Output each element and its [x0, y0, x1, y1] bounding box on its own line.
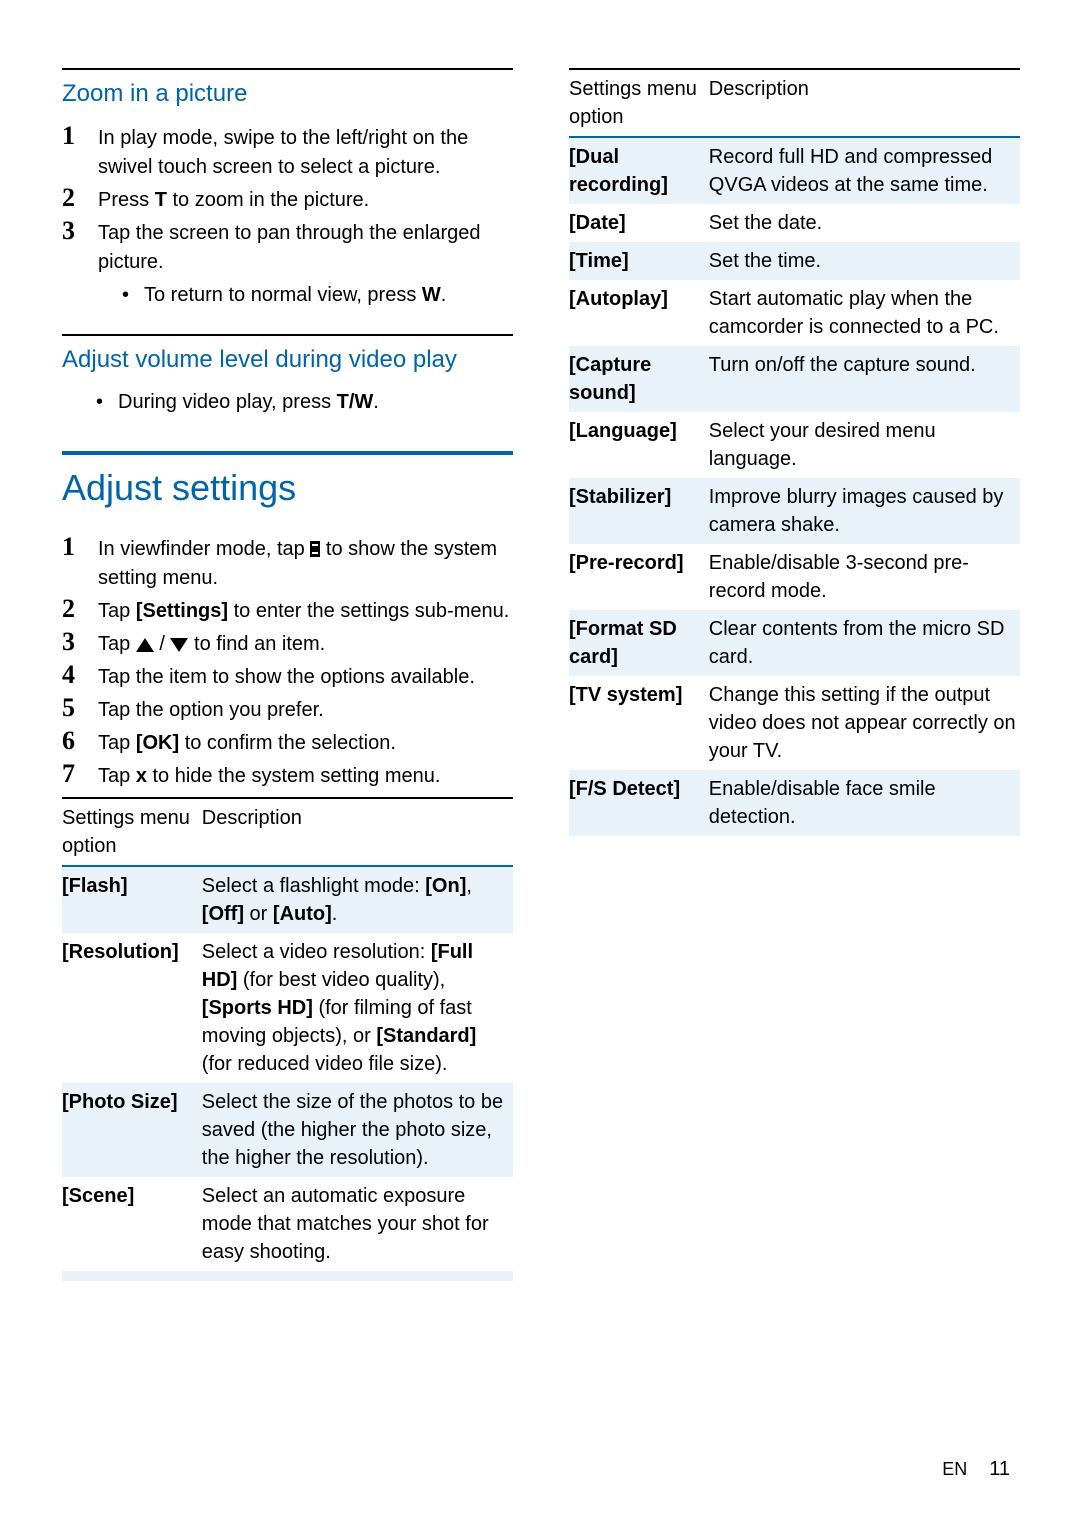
table-row: [Resolution]Select a video resolution: […	[62, 933, 513, 1083]
table-row: [Pre-record]Enable/disable 3-second pre-…	[569, 544, 1020, 610]
table-cell-desc: Select the size of the photos to be save…	[202, 1083, 513, 1177]
sub-bullet: • To return to normal view, press W.	[98, 281, 513, 310]
step-text: Tap the item to show the options availab…	[98, 661, 513, 692]
table-cell-option: [F/S Detect]	[569, 770, 709, 836]
table-cell-desc: Improve blurry images caused by camera s…	[709, 478, 1020, 544]
table-header-desc: Description	[709, 69, 1020, 137]
step-number: 3	[62, 628, 82, 659]
table-cell-option: [Flash]	[62, 866, 202, 933]
footer-page: 11	[989, 1458, 1010, 1481]
footer-lang: EN	[942, 1459, 967, 1480]
left-column: Zoom in a picture 1 In play mode, swipe t…	[62, 68, 513, 1281]
table-cell-option: [Scene]	[62, 1177, 202, 1271]
table-header-option: Settings menu option	[62, 798, 202, 866]
step-text: In play mode, swipe to the left/right on…	[98, 122, 513, 182]
table-cell-option: [Date]	[569, 204, 709, 242]
table-body-left: [Flash]Select a flashlight mode: [On], […	[62, 866, 513, 1271]
table-cell-option: [Language]	[569, 412, 709, 478]
bullet-text: During video play, press T/W.	[118, 388, 379, 417]
table-cell-option: [TV system]	[569, 676, 709, 770]
table-cell-option: [Resolution]	[62, 933, 202, 1083]
sub-bullet-text: To return to normal view, press W.	[144, 281, 446, 310]
table-cell-option: [Time]	[569, 242, 709, 280]
table-row: [Date]Set the date.	[569, 204, 1020, 242]
step-text: Tap the option you prefer.	[98, 694, 513, 725]
table-cell-option: [Capture sound]	[569, 346, 709, 412]
right-column: Settings menu option Description [Dual r…	[569, 68, 1020, 1281]
step-number: 1	[62, 122, 82, 182]
down-arrow-icon	[170, 638, 188, 652]
table-cell-desc: Select a flashlight mode: [On], [Off] or…	[202, 866, 513, 933]
table-cell-desc: Enable/disable face smile detection.	[709, 770, 1020, 836]
table-cell-option: [Stabilizer]	[569, 478, 709, 544]
settings-table-right: Settings menu option Description [Dual r…	[569, 68, 1020, 836]
table-row: [Photo Size]Select the size of the photo…	[62, 1083, 513, 1177]
section-rule	[62, 451, 513, 455]
table-cell-desc: Select your desired menu language.	[709, 412, 1020, 478]
step-number: 7	[62, 760, 82, 791]
table-cell-option: [Autoplay]	[569, 280, 709, 346]
table-header-desc: Description	[202, 798, 513, 866]
step-number: 2	[62, 184, 82, 215]
step-number: 2	[62, 595, 82, 626]
sub-heading-zoom: Zoom in a picture	[62, 80, 513, 108]
adjust-steps: 1 In viewfinder mode, tap to show the sys…	[62, 533, 513, 791]
step-text: Tap [OK] to confirm the selection.	[98, 727, 513, 758]
table-row: [Format SD card]Clear contents from the …	[569, 610, 1020, 676]
rule	[62, 334, 513, 336]
settings-table-left: Settings menu option Description [Flash]…	[62, 797, 513, 1271]
table-row: [Capture sound]Turn on/off the capture s…	[569, 346, 1020, 412]
sub-heading-volume: Adjust volume level during video play	[62, 346, 513, 374]
table-cell-desc: Clear contents from the micro SD card.	[709, 610, 1020, 676]
rule	[62, 68, 513, 70]
step-number: 3	[62, 217, 82, 310]
step-number: 5	[62, 694, 82, 725]
table-cell-desc: Change this setting if the output video …	[709, 676, 1020, 770]
volume-bullets: • During video play, press T/W.	[62, 388, 513, 417]
step-text: Tap / to find an item.	[98, 628, 513, 659]
table-row: [TV system]Change this setting if the ou…	[569, 676, 1020, 770]
table-cell-desc: Record full HD and compressed QVGA video…	[709, 137, 1020, 204]
table-cell-desc: Turn on/off the capture sound.	[709, 346, 1020, 412]
table-row: [Dual recording]Record full HD and compr…	[569, 137, 1020, 204]
table-row: [Stabilizer]Improve blurry images caused…	[569, 478, 1020, 544]
table-body-right: [Dual recording]Record full HD and compr…	[569, 137, 1020, 836]
table-cell-desc: Start automatic play when the camcorder …	[709, 280, 1020, 346]
table-row: [Autoplay]Start automatic play when the …	[569, 280, 1020, 346]
table-trailing-shade	[62, 1271, 513, 1281]
table-cell-option: [Dual recording]	[569, 137, 709, 204]
step-number: 4	[62, 661, 82, 692]
step-text: Tap x to hide the system setting menu.	[98, 760, 513, 791]
section-heading-adjust: Adjust settings	[62, 467, 513, 509]
step-number: 6	[62, 727, 82, 758]
table-header-option: Settings menu option	[569, 69, 709, 137]
menu-icon	[310, 541, 320, 557]
step-text-inner: Tap the screen to pan through the enlarg…	[98, 222, 481, 273]
table-row: [F/S Detect]Enable/disable face smile de…	[569, 770, 1020, 836]
table-row: [Scene]Select an automatic exposure mode…	[62, 1177, 513, 1271]
page-footer: EN 11	[942, 1458, 1010, 1481]
zoom-steps: 1 In play mode, swipe to the left/right o…	[62, 122, 513, 310]
table-row: [Time]Set the time.	[569, 242, 1020, 280]
table-cell-option: [Photo Size]	[62, 1083, 202, 1177]
table-cell-desc: Select an automatic exposure mode that m…	[202, 1177, 513, 1271]
table-cell-desc: Enable/disable 3-second pre-record mode.	[709, 544, 1020, 610]
step-text: Tap [Settings] to enter the settings sub…	[98, 595, 513, 626]
bullet-dot: •	[96, 388, 104, 417]
table-cell-desc: Set the time.	[709, 242, 1020, 280]
step-number: 1	[62, 533, 82, 593]
up-arrow-icon	[136, 638, 154, 652]
step-text: Press T to zoom in the picture.	[98, 184, 513, 215]
table-row: [Language]Select your desired menu langu…	[569, 412, 1020, 478]
table-cell-option: [Pre-record]	[569, 544, 709, 610]
bullet-dot: •	[122, 281, 130, 310]
step-text: In viewfinder mode, tap to show the syst…	[98, 533, 513, 593]
table-cell-desc: Set the date.	[709, 204, 1020, 242]
table-cell-desc: Select a video resolution: [Full HD] (fo…	[202, 933, 513, 1083]
table-row: [Flash]Select a flashlight mode: [On], […	[62, 866, 513, 933]
step-text: Tap the screen to pan through the enlarg…	[98, 217, 513, 310]
table-cell-option: [Format SD card]	[569, 610, 709, 676]
